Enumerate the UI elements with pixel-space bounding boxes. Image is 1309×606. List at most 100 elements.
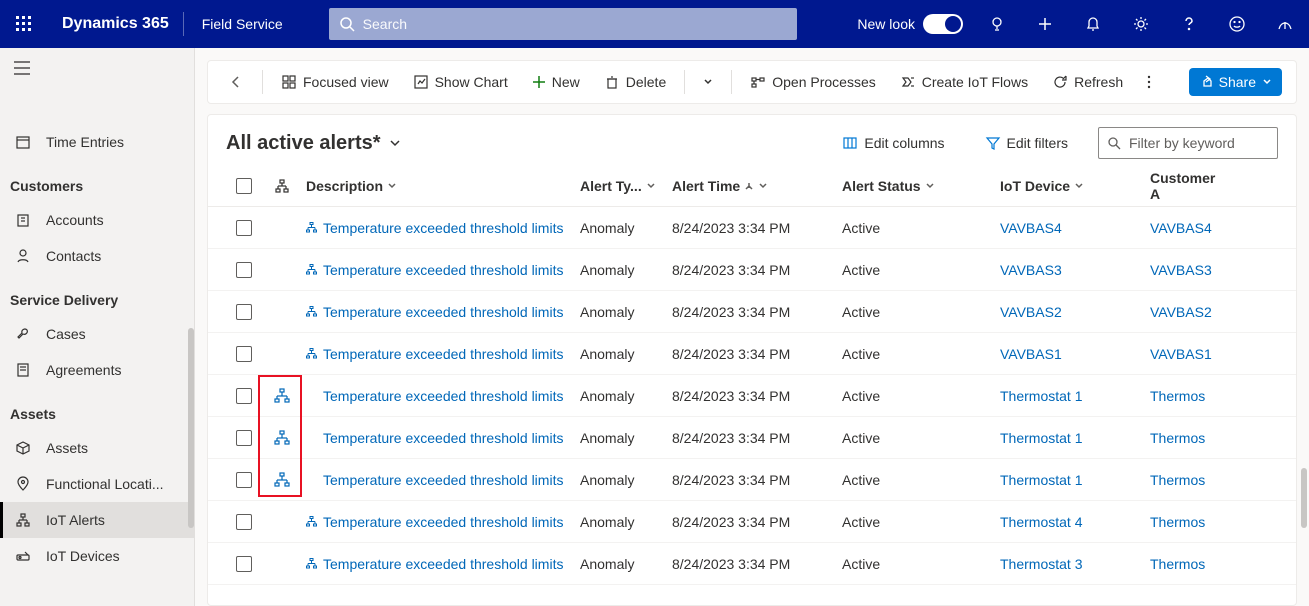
- description-link[interactable]: Temperature exceeded threshold limits: [323, 262, 563, 278]
- table-header: Description Alert Ty... Alert Time Alert…: [208, 165, 1296, 207]
- description-link[interactable]: Temperature exceeded threshold limits: [323, 556, 563, 572]
- device-link[interactable]: Thermostat 4: [1000, 514, 1150, 530]
- row-checkbox[interactable]: [224, 346, 264, 362]
- delete-dropdown[interactable]: [693, 66, 723, 98]
- filter-keyword-input[interactable]: Filter by keyword: [1098, 127, 1278, 159]
- customer-link[interactable]: Thermos: [1150, 388, 1228, 404]
- description-link[interactable]: Temperature exceeded threshold limits: [323, 388, 563, 404]
- table-row[interactable]: Temperature exceeded threshold limitsAno…: [208, 459, 1296, 501]
- customer-link[interactable]: VAVBAS2: [1150, 304, 1228, 320]
- sidebar-toggle[interactable]: [0, 48, 194, 88]
- column-alert-status[interactable]: Alert Status: [842, 178, 1000, 194]
- sidebar-item-assets[interactable]: Assets: [0, 430, 194, 466]
- open-processes-button[interactable]: Open Processes: [740, 66, 886, 98]
- new-button[interactable]: New: [522, 66, 590, 98]
- refresh-button[interactable]: Refresh: [1042, 66, 1133, 98]
- row-checkbox[interactable]: [224, 304, 264, 320]
- sidebar-item-cases[interactable]: Cases: [0, 316, 194, 352]
- device-link[interactable]: VAVBAS3: [1000, 262, 1150, 278]
- column-alert-time[interactable]: Alert Time: [672, 178, 842, 194]
- table-row[interactable]: Temperature exceeded threshold limitsAno…: [208, 375, 1296, 417]
- more-commands-button[interactable]: [1137, 66, 1161, 98]
- description-link[interactable]: Temperature exceeded threshold limits: [323, 472, 563, 488]
- edit-filters-button[interactable]: Edit filters: [975, 127, 1078, 159]
- column-customer-asset[interactable]: Customer A: [1150, 170, 1228, 202]
- customer-link[interactable]: VAVBAS1: [1150, 346, 1228, 362]
- bell-icon[interactable]: [1069, 0, 1117, 48]
- column-description[interactable]: Description: [300, 178, 580, 194]
- alert-type-cell: Anomaly: [580, 262, 672, 278]
- view-selector[interactable]: All active alerts*: [226, 132, 401, 155]
- table-row[interactable]: Temperature exceeded threshold limitsAno…: [208, 543, 1296, 585]
- device-link[interactable]: Thermostat 3: [1000, 556, 1150, 572]
- description-link[interactable]: Temperature exceeded threshold limits: [323, 430, 563, 446]
- alert-status-cell: Active: [842, 220, 1000, 236]
- inline-hierarchy-icon: [306, 556, 317, 572]
- sidebar-item-accounts[interactable]: Accounts: [0, 202, 194, 238]
- gear-icon[interactable]: [1117, 0, 1165, 48]
- description-link[interactable]: Temperature exceeded threshold limits: [323, 346, 563, 362]
- select-all-checkbox[interactable]: [224, 178, 264, 194]
- row-checkbox[interactable]: [224, 514, 264, 530]
- sidebar-item-contacts[interactable]: Contacts: [0, 238, 194, 274]
- toggle-switch-icon[interactable]: [923, 14, 963, 34]
- row-checkbox[interactable]: [224, 556, 264, 572]
- app-launcher-icon[interactable]: [0, 0, 48, 48]
- add-icon[interactable]: [1021, 0, 1069, 48]
- device-link[interactable]: Thermostat 1: [1000, 472, 1150, 488]
- row-checkbox[interactable]: [224, 220, 264, 236]
- table-row[interactable]: Temperature exceeded threshold limitsAno…: [208, 501, 1296, 543]
- description-link[interactable]: Temperature exceeded threshold limits: [323, 304, 563, 320]
- sidebar-item-time-entries[interactable]: Time Entries: [0, 124, 194, 160]
- sidebar-item-iot-devices[interactable]: IoT Devices: [0, 538, 194, 574]
- device-link[interactable]: VAVBAS2: [1000, 304, 1150, 320]
- table-row[interactable]: Temperature exceeded threshold limitsAno…: [208, 417, 1296, 459]
- description-link[interactable]: Temperature exceeded threshold limits: [323, 514, 563, 530]
- sidebar: Time Entries Customers Accounts Contacts…: [0, 48, 195, 606]
- customer-link[interactable]: VAVBAS4: [1150, 220, 1228, 236]
- customer-link[interactable]: Thermos: [1150, 556, 1228, 572]
- show-chart-button[interactable]: Show Chart: [403, 66, 518, 98]
- smiley-icon[interactable]: [1213, 0, 1261, 48]
- column-alert-type[interactable]: Alert Ty...: [580, 178, 672, 194]
- calendar-icon: [14, 134, 32, 150]
- table-row[interactable]: Temperature exceeded threshold limits Ano…: [208, 249, 1296, 291]
- device-link[interactable]: VAVBAS1: [1000, 346, 1150, 362]
- sidebar-item-iot-alerts[interactable]: IoT Alerts: [0, 502, 194, 538]
- focused-view-button[interactable]: Focused view: [271, 66, 399, 98]
- delete-button[interactable]: Delete: [594, 66, 676, 98]
- back-button[interactable]: [218, 66, 254, 98]
- sidebar-scrollbar[interactable]: [188, 328, 194, 528]
- sidebar-item-functional-locations[interactable]: Functional Locati...: [0, 466, 194, 502]
- table-row[interactable]: Temperature exceeded threshold limitsAno…: [208, 207, 1296, 249]
- description-link[interactable]: Temperature exceeded threshold limits: [323, 220, 563, 236]
- content-scrollbar[interactable]: [1301, 468, 1307, 528]
- cube-icon: [14, 440, 32, 456]
- environment-icon[interactable]: [1261, 0, 1309, 48]
- sidebar-item-truncated[interactable]: [0, 88, 194, 124]
- alert-time-cell: 8/24/2023 3:34 PM: [672, 262, 842, 278]
- sidebar-item-agreements[interactable]: Agreements: [0, 352, 194, 388]
- share-button[interactable]: Share: [1189, 68, 1282, 96]
- hierarchy-column-icon[interactable]: [264, 179, 300, 193]
- edit-columns-button[interactable]: Edit columns: [832, 127, 954, 159]
- create-iot-flows-button[interactable]: Create IoT Flows: [890, 66, 1038, 98]
- customer-link[interactable]: Thermos: [1150, 514, 1228, 530]
- wrench-icon: [14, 326, 32, 342]
- module-label[interactable]: Field Service: [184, 16, 301, 32]
- table-row[interactable]: Temperature exceeded threshold limitsAno…: [208, 333, 1296, 375]
- row-checkbox[interactable]: [224, 262, 264, 278]
- grid-card: All active alerts* Edit columns Edit fil…: [207, 114, 1297, 606]
- customer-link[interactable]: Thermos: [1150, 472, 1228, 488]
- device-link[interactable]: VAVBAS4: [1000, 220, 1150, 236]
- device-link[interactable]: Thermostat 1: [1000, 430, 1150, 446]
- lightbulb-icon[interactable]: [973, 0, 1021, 48]
- column-iot-device[interactable]: IoT Device: [1000, 178, 1150, 194]
- help-icon[interactable]: [1165, 0, 1213, 48]
- customer-link[interactable]: VAVBAS3: [1150, 262, 1228, 278]
- new-look-toggle[interactable]: New look: [857, 14, 963, 34]
- global-search[interactable]: Search: [329, 8, 797, 40]
- customer-link[interactable]: Thermos: [1150, 430, 1228, 446]
- table-row[interactable]: Temperature exceeded threshold limitsAno…: [208, 291, 1296, 333]
- device-link[interactable]: Thermostat 1: [1000, 388, 1150, 404]
